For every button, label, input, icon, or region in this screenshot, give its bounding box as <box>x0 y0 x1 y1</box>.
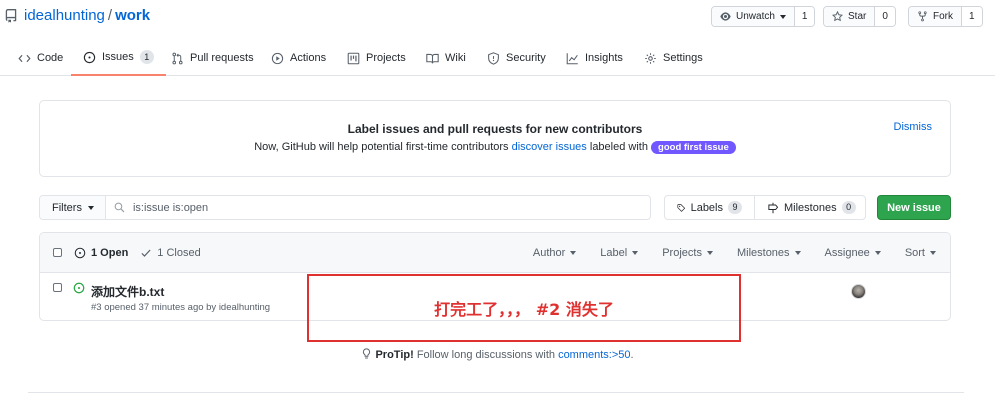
issue-opened-icon <box>74 247 86 259</box>
git-pull-request-icon <box>172 52 183 64</box>
fork-count[interactable]: 1 <box>962 7 982 26</box>
repo-separator: / <box>107 7 113 24</box>
banner-title: Label issues and pull requests for new c… <box>347 122 643 136</box>
filter-bar: Filters is:issue is:open <box>39 195 651 220</box>
milestone-icon <box>768 202 779 213</box>
select-all-checkbox[interactable] <box>53 248 62 257</box>
issue-opened-icon <box>83 51 96 63</box>
protip: ProTip! Follow long discussions with com… <box>0 348 995 361</box>
milestones-filter[interactable]: Milestones <box>737 247 801 259</box>
tag-icon <box>677 203 686 212</box>
shield-icon <box>488 51 499 65</box>
milestones-button[interactable]: Milestones 0 <box>754 196 865 219</box>
contributors-banner: Label issues and pull requests for new c… <box>39 100 951 177</box>
chevron-down-icon <box>779 14 786 19</box>
banner-text: Now, GitHub will help potential first-ti… <box>40 141 950 154</box>
sort-dropdown[interactable]: Sort <box>905 247 936 259</box>
closed-issues-filter[interactable]: 1 Closed <box>140 247 201 259</box>
repo-icon <box>5 9 17 23</box>
annotation-box: 打完工了，，， #2 消失了 <box>307 274 741 342</box>
fork-icon <box>918 11 927 22</box>
repo-title: idealhunting / work <box>24 7 150 24</box>
dismiss-button[interactable]: Dismiss <box>894 121 933 133</box>
star-button[interactable]: Star <box>824 7 876 26</box>
issue-checkbox[interactable] <box>53 283 62 292</box>
search-query: is:issue is:open <box>132 201 209 214</box>
issue-title-link[interactable]: 添加文件b.txt <box>91 283 164 300</box>
star-icon <box>832 11 843 22</box>
tab-security[interactable]: Security <box>487 40 546 76</box>
chevron-down-icon <box>87 205 94 210</box>
gear-icon <box>645 52 656 64</box>
tab-wiki[interactable]: Wiki <box>426 40 466 76</box>
search-icon <box>114 202 125 213</box>
eye-icon <box>720 12 731 21</box>
label-filter[interactable]: Label <box>600 247 639 259</box>
projects-filter[interactable]: Projects <box>662 247 713 259</box>
chevron-down-icon <box>930 251 936 255</box>
issue-search-input[interactable]: is:issue is:open <box>106 196 650 219</box>
labels-count: 9 <box>728 201 742 214</box>
tab-actions[interactable]: Actions <box>271 40 326 76</box>
check-icon <box>141 249 151 257</box>
author-filter[interactable]: Author <box>533 247 577 259</box>
chevron-down-icon <box>706 251 713 255</box>
tab-issues[interactable]: Issues 1 <box>71 40 166 76</box>
play-icon <box>271 52 284 64</box>
star-count[interactable]: 0 <box>875 7 895 26</box>
repo-name-link[interactable]: work <box>115 7 150 24</box>
light-bulb-icon <box>363 348 371 359</box>
tab-projects[interactable]: Projects <box>347 40 406 76</box>
code-icon <box>18 54 31 62</box>
footer-divider <box>28 392 964 393</box>
issue-state-toggle: 1 Open 1 Closed <box>74 233 201 273</box>
chevron-down-icon <box>794 251 801 255</box>
new-issue-button[interactable]: New issue <box>877 195 951 220</box>
avatar[interactable] <box>851 284 866 299</box>
labels-milestones-group: Labels 9 Milestones 0 <box>664 195 866 220</box>
tab-insights[interactable]: Insights <box>566 40 623 76</box>
tab-settings[interactable]: Settings <box>644 40 703 76</box>
book-icon <box>426 53 439 63</box>
project-icon <box>347 52 360 64</box>
repo-tabs: Code Issues 1 Pull requests Actions Proj… <box>0 40 995 76</box>
repo-owner-link[interactable]: idealhunting <box>24 7 105 24</box>
chevron-down-icon <box>570 251 577 255</box>
star-control: Star 0 <box>823 6 896 27</box>
watch-count[interactable]: 1 <box>794 7 815 26</box>
issue-opened-icon <box>73 282 85 294</box>
milestones-count: 0 <box>841 201 856 214</box>
fork-control: Fork 1 <box>908 6 983 27</box>
unwatch-button[interactable]: Unwatch <box>712 7 795 26</box>
labels-button[interactable]: Labels 9 <box>665 196 754 219</box>
discover-issues-link[interactable]: discover issues <box>512 141 587 153</box>
issues-count-badge: 1 <box>139 50 154 64</box>
repo-header: idealhunting / work Unwatch 1 Star 0 Fork … <box>0 0 995 34</box>
watch-control: Unwatch 1 <box>711 6 816 27</box>
graph-icon <box>566 52 578 64</box>
tab-code[interactable]: Code <box>18 40 63 76</box>
chevron-down-icon <box>874 251 881 255</box>
annotation-text: 打完工了，，， #2 消失了 <box>434 300 614 319</box>
chevron-down-icon <box>632 251 639 255</box>
comments-search-link[interactable]: comments:>50 <box>558 349 630 361</box>
tab-pull-requests[interactable]: Pull requests <box>171 40 254 76</box>
good-first-issue-label[interactable]: good first issue <box>651 141 736 154</box>
fork-button[interactable]: Fork <box>909 7 962 26</box>
filters-button[interactable]: Filters <box>40 196 106 219</box>
issue-meta: #3 opened 37 minutes ago by idealhunting <box>91 302 271 313</box>
assignee-filter[interactable]: Assignee <box>825 247 881 259</box>
open-issues-filter[interactable]: 1 Open <box>74 247 128 259</box>
issue-sort-bar: Author Label Projects Milestones Assigne… <box>533 233 936 273</box>
issues-list-header: 1 Open 1 Closed Author Label Projects Mi… <box>40 233 950 273</box>
